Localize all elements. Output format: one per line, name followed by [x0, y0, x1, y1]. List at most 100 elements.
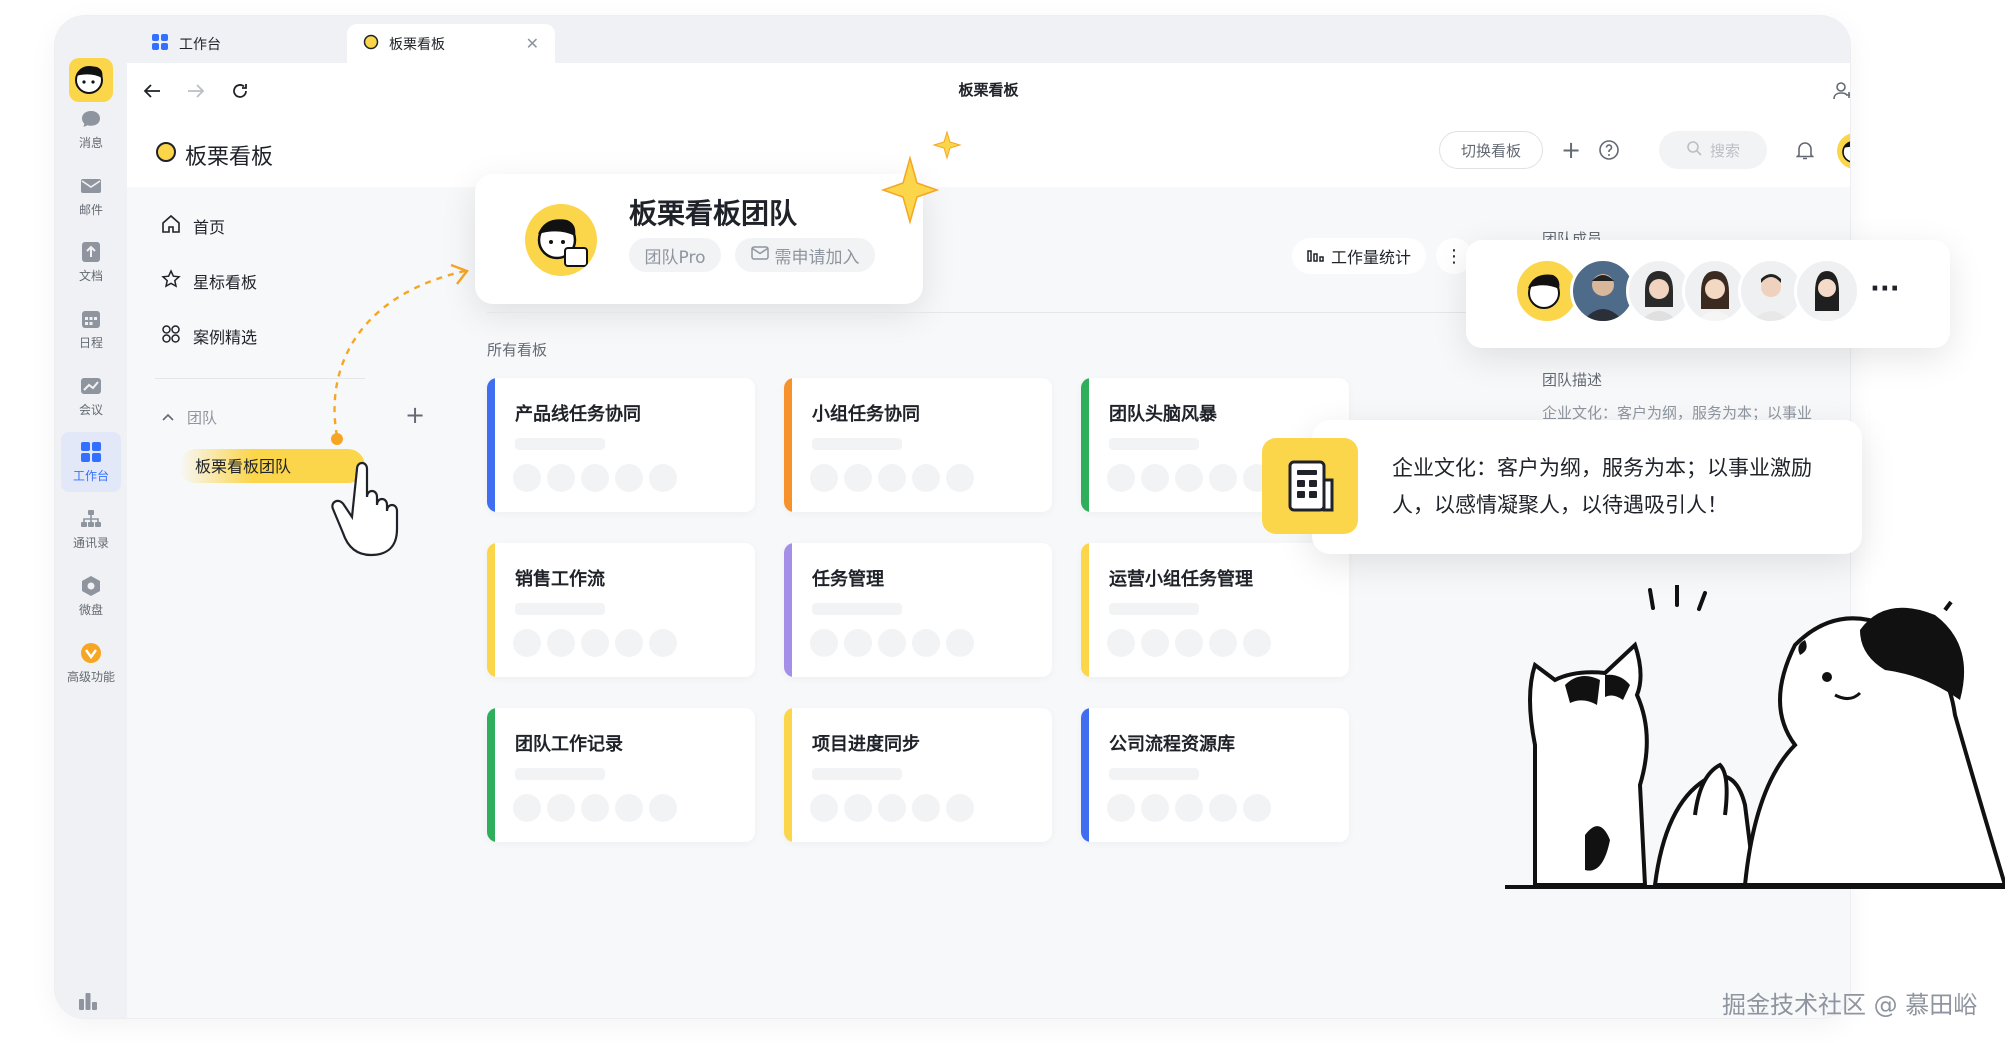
board-name: 团队工作记录	[515, 734, 623, 755]
help-icon[interactable]	[1595, 136, 1623, 164]
board-name: 小组任务协同	[812, 404, 920, 425]
bar-chart-icon	[1307, 247, 1325, 266]
member-avatar[interactable]	[1794, 258, 1860, 324]
board-card[interactable]: 小组任务协同	[784, 378, 1052, 512]
sidebar-item-team[interactable]: 板栗看板团队	[195, 453, 291, 477]
workload-stats-button[interactable]: 工作量统计	[1292, 238, 1426, 274]
tab-bar: 工作台 板栗看板 ✕	[127, 16, 1850, 63]
doc-icon	[78, 240, 104, 264]
board-color-bar	[487, 378, 495, 512]
tab-chestnut-board[interactable]: 板栗看板 ✕	[347, 24, 555, 63]
board-member-dots	[1107, 794, 1271, 822]
board-card[interactable]: 公司流程资源库	[1081, 708, 1349, 842]
board-member-dots	[810, 629, 974, 657]
board-name: 运营小组任务管理	[1109, 569, 1253, 590]
contacts-icon	[78, 507, 104, 531]
add-user-icon[interactable]	[1830, 78, 1850, 104]
sidebar-item-label: 星标看板	[193, 273, 258, 292]
rail-label: 消息	[78, 136, 103, 150]
drive-icon	[78, 574, 104, 598]
board-placeholder	[1109, 438, 1199, 450]
board-member-dots	[810, 794, 974, 822]
advanced-icon	[78, 641, 104, 665]
rail-messages[interactable]: 消息	[61, 99, 121, 159]
more-members-button[interactable]: ···	[1870, 274, 1900, 304]
board-placeholder	[1109, 603, 1199, 615]
search-placeholder: 搜索	[1709, 141, 1740, 160]
browser-nav: 板栗看板 ···	[127, 63, 1850, 118]
sidebar-item-label: 首页	[193, 218, 226, 237]
star-icon	[161, 269, 181, 293]
rail-label: 通讯录	[72, 536, 109, 550]
board-color-bar	[487, 543, 495, 677]
board-name: 项目进度同步	[812, 734, 920, 755]
rail-label: 工作台	[72, 469, 109, 483]
board-card[interactable]: 运营小组任务管理	[1081, 543, 1349, 677]
search-input[interactable]: 搜索	[1659, 131, 1767, 169]
all-boards-label: 所有看板	[487, 341, 548, 359]
board-placeholder	[812, 768, 902, 780]
rail-advanced[interactable]: 高级功能	[61, 633, 121, 693]
mail-icon	[750, 245, 769, 266]
rail-label: 高级功能	[66, 670, 115, 684]
team-members-card: ···	[1466, 240, 1950, 348]
board-color-bar	[1081, 708, 1089, 842]
sidebar-item-home[interactable]: 首页	[161, 211, 225, 241]
board-member-dots	[513, 629, 677, 657]
team-pro-badge: 团队Pro	[629, 238, 721, 272]
workbench-icon	[78, 440, 104, 464]
rail-label: 邮件	[78, 203, 103, 217]
rail-bottom-icon[interactable]	[77, 991, 99, 1015]
rail-workbench[interactable]: 工作台	[61, 432, 121, 492]
board-card[interactable]: 团队工作记录	[487, 708, 755, 842]
board-placeholder	[812, 438, 902, 450]
chevron-up-icon	[161, 408, 175, 426]
tab-workbench[interactable]: 工作台	[135, 24, 335, 63]
sidebar-item-starred[interactable]: 星标看板	[161, 266, 257, 296]
team-info-card: 板栗看板团队 团队Pro 需申请加入	[475, 174, 923, 304]
user-avatar[interactable]	[69, 58, 113, 102]
board-color-bar	[784, 543, 792, 677]
header-avatar[interactable]	[1837, 133, 1850, 169]
board-card[interactable]: 产品线任务协同	[487, 378, 755, 512]
join-request-label: 需申请加入	[774, 247, 860, 268]
add-icon[interactable]: +	[1557, 136, 1585, 164]
tab-label: 板栗看板	[389, 36, 445, 53]
rail-label: 会议	[78, 403, 103, 417]
rail-drive[interactable]: 微盘	[61, 566, 121, 626]
chat-icon	[78, 107, 104, 131]
sparkle-icon	[880, 130, 962, 225]
mail-icon	[78, 174, 104, 198]
left-rail: 消息 邮件 文档 日程 会议 工作台 通讯录 微盘 高级功能	[55, 16, 128, 1018]
app-name: 板栗看板	[185, 145, 274, 170]
switch-board-button[interactable]: 切换看板	[1439, 131, 1543, 169]
rail-mail[interactable]: 邮件	[61, 166, 121, 226]
board-placeholder	[515, 438, 605, 450]
building-icon	[1262, 438, 1358, 534]
workload-stats-label: 工作量统计	[1330, 248, 1411, 267]
bell-icon[interactable]	[1791, 136, 1819, 164]
rail-contacts[interactable]: 通讯录	[61, 499, 121, 559]
board-color-bar	[784, 708, 792, 842]
rail-meeting[interactable]: 会议	[61, 366, 121, 426]
team-desc-label: 团队描述	[1542, 371, 1603, 389]
team-section-header[interactable]: 团队	[161, 402, 217, 432]
board-member-dots	[1107, 464, 1271, 492]
cat-and-dog-illustration	[1505, 585, 2005, 889]
join-request-tag[interactable]: 需申请加入	[735, 238, 875, 272]
board-card[interactable]: 任务管理	[784, 543, 1052, 677]
rail-calendar[interactable]: 日程	[61, 299, 121, 359]
home-icon	[161, 214, 181, 238]
close-icon[interactable]: ✕	[526, 34, 539, 53]
tab-label: 工作台	[179, 36, 221, 53]
board-card[interactable]: 项目进度同步	[784, 708, 1052, 842]
sidebar-item-cases[interactable]: 案例精选	[161, 321, 257, 351]
board-name: 销售工作流	[515, 569, 605, 590]
chestnut-icon	[155, 141, 177, 169]
board-card[interactable]: 销售工作流	[487, 543, 755, 677]
board-name: 任务管理	[812, 569, 884, 590]
rail-docs[interactable]: 文档	[61, 232, 121, 292]
meeting-icon	[78, 374, 104, 398]
cases-icon	[161, 324, 181, 348]
board-name: 团队头脑风暴	[1109, 404, 1217, 425]
